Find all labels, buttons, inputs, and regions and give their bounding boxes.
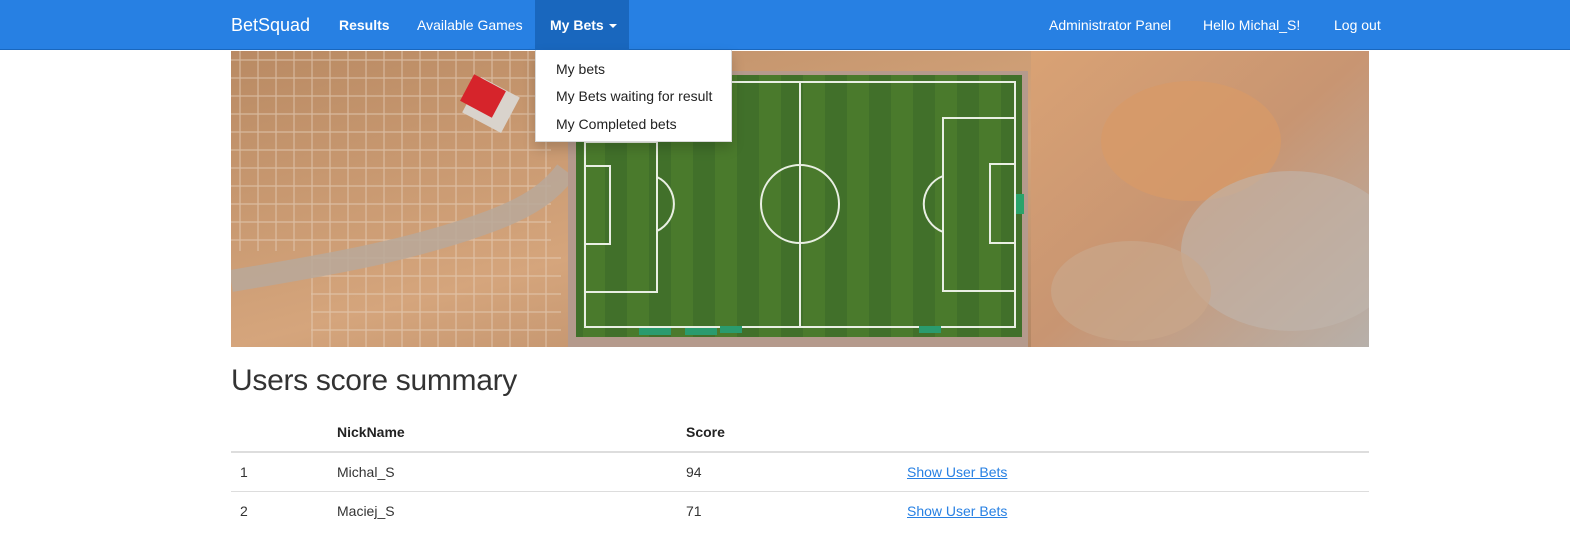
score-cell: 94 bbox=[686, 464, 702, 480]
table-header-row: NickName Score bbox=[231, 413, 1369, 453]
nav-logout[interactable]: Log out bbox=[1334, 0, 1381, 50]
table-row: 1 Michal_S 94 Show User Bets bbox=[231, 453, 1369, 492]
nav-my-bets-label: My Bets bbox=[550, 17, 604, 33]
column-header-nickname: NickName bbox=[337, 424, 405, 440]
column-header-score: Score bbox=[686, 424, 725, 440]
nav-administrator-panel[interactable]: Administrator Panel bbox=[1049, 0, 1171, 50]
nav-results[interactable]: Results bbox=[339, 0, 390, 50]
rank-cell: 1 bbox=[240, 464, 248, 480]
nav-user-greeting[interactable]: Hello Michal_S! bbox=[1203, 0, 1300, 50]
show-user-bets-link[interactable]: Show User Bets bbox=[907, 503, 1007, 519]
hero-banner-image bbox=[231, 51, 1369, 347]
nav-my-bets-dropdown-toggle[interactable]: My Bets bbox=[535, 0, 629, 50]
menu-item-completed-bets[interactable]: My Completed bets bbox=[556, 116, 677, 132]
brand-link[interactable]: BetSquad bbox=[231, 0, 310, 50]
menu-item-bets-waiting[interactable]: My Bets waiting for result bbox=[556, 88, 712, 104]
soccer-field-aerial-image bbox=[231, 51, 1369, 347]
top-navbar: BetSquad Results Available Games My Bets… bbox=[0, 0, 1570, 50]
rank-cell: 2 bbox=[240, 503, 248, 519]
nav-available-games[interactable]: Available Games bbox=[417, 0, 523, 50]
nickname-cell: Maciej_S bbox=[337, 503, 395, 519]
show-user-bets-link[interactable]: Show User Bets bbox=[907, 464, 1007, 480]
users-score-table: NickName Score 1 Michal_S 94 Show User B… bbox=[231, 413, 1369, 530]
table-row: 2 Maciej_S 71 Show User Bets bbox=[231, 492, 1369, 530]
page-title: Users score summary bbox=[231, 364, 518, 397]
menu-item-my-bets[interactable]: My bets bbox=[556, 61, 605, 77]
score-cell: 71 bbox=[686, 503, 702, 519]
nickname-cell: Michal_S bbox=[337, 464, 395, 480]
caret-down-icon bbox=[608, 24, 617, 29]
my-bets-dropdown-menu: My bets My Bets waiting for result My Co… bbox=[535, 50, 732, 142]
